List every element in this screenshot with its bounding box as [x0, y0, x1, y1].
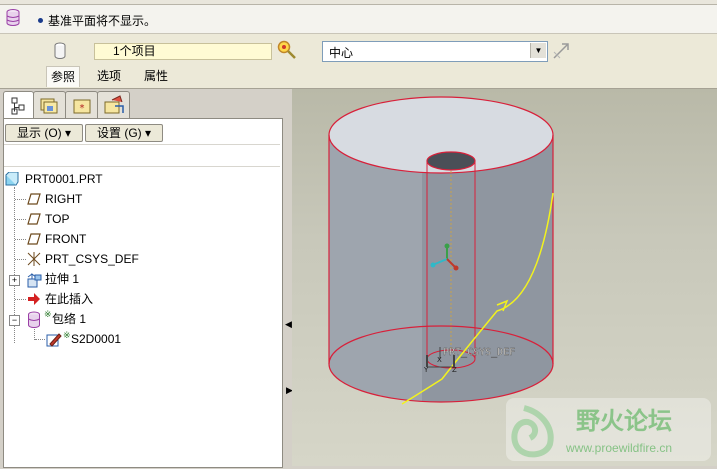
watermark-title: 野火论坛: [576, 407, 672, 435]
connections-icon: [104, 95, 124, 114]
extrude-icon: [27, 272, 43, 291]
tree-item-wrap[interactable]: 包络 1: [52, 311, 86, 327]
reference-collector-value: 1个项目: [113, 44, 156, 58]
tree-item-csys[interactable]: PRT_CSYS_DEF: [45, 251, 139, 267]
datum-plane-icon: [27, 212, 41, 229]
triad-x-tip: [430, 262, 436, 268]
sketch-marker-icon: ※: [63, 330, 71, 340]
status-message: 基准平面将不显示。: [48, 14, 157, 28]
tree-item-insert-here[interactable]: 在此插入: [45, 291, 93, 307]
tree-branch: [15, 259, 26, 260]
csys-label: PRT_CSYS_DEF: [443, 347, 515, 358]
tree-branch: [15, 239, 26, 240]
chevron-down-icon[interactable]: ▼: [530, 43, 546, 58]
csys-icon: [26, 251, 42, 270]
csys-axis-label-z: Z: [452, 366, 457, 374]
tree-item-right[interactable]: RIGHT: [45, 191, 82, 207]
datum-plane-icon: [27, 192, 41, 209]
tab-properties[interactable]: 属性: [140, 66, 172, 86]
tab-options[interactable]: 选项: [93, 66, 125, 86]
search-icon[interactable]: [276, 39, 298, 61]
favorites-folder-icon: *: [73, 99, 91, 114]
expand-toggle[interactable]: +: [9, 275, 20, 286]
model-tree-icon: [11, 97, 25, 115]
tab-connections[interactable]: [97, 91, 130, 119]
tree-item-extrude[interactable]: 拉伸 1: [45, 271, 79, 287]
sketch-ref-icon: [54, 42, 66, 59]
flip-direction-icon[interactable]: [551, 41, 571, 61]
cylinder-highlight: [328, 135, 422, 401]
triad-y-tip: [444, 243, 450, 249]
panel-splitter[interactable]: ◀ ▶: [285, 89, 293, 466]
collapse-toggle[interactable]: −: [9, 315, 20, 326]
settings-dropdown-button[interactable]: 设置 (G) ▾: [85, 124, 163, 142]
forum-watermark: 野火论坛 www.proewildfire.cn: [506, 398, 711, 461]
folder-browser-icon: [40, 98, 58, 114]
tab-favorites[interactable]: *: [65, 91, 98, 119]
part-icon: [5, 171, 19, 186]
hole-top: [426, 151, 476, 171]
tab-model-tree[interactable]: [3, 91, 34, 120]
wrap-icon: [27, 311, 43, 332]
reference-collector[interactable]: 1个项目: [94, 43, 272, 60]
placement-combo-value: 中心: [329, 46, 354, 60]
triad-z-tip: [453, 265, 459, 271]
tree-item-front[interactable]: FRONT: [45, 231, 86, 247]
wrap-marker-icon: ※: [44, 309, 52, 319]
svg-text:*: *: [80, 103, 85, 114]
fire-logo-icon: 野火论坛 www.proewildfire.cn: [506, 398, 711, 461]
wrap-feature-icon: [6, 9, 20, 26]
sketch-icon: [46, 332, 62, 351]
csys-axis-label-y: Y: [423, 366, 429, 374]
tree-branch: [15, 219, 26, 220]
tree-branch: [15, 299, 26, 300]
collapse-left-icon[interactable]: ◀: [285, 319, 292, 330]
tab-references[interactable]: 参照: [46, 66, 81, 87]
placement-combo[interactable]: 中心 ▼: [322, 41, 548, 62]
tree-branch: [35, 339, 45, 340]
tree-item-top[interactable]: TOP: [45, 211, 69, 227]
datum-plane-icon: [27, 232, 41, 249]
tree-branch: [15, 199, 26, 200]
csys-axis-label-x: X: [437, 356, 442, 364]
tree-item-part[interactable]: PRT0001.PRT: [25, 171, 103, 187]
insert-arrow-icon: [27, 292, 41, 309]
watermark-url: www.proewildfire.cn: [565, 441, 672, 455]
tree-filter-bar: [4, 144, 280, 167]
message-bullet: [38, 18, 43, 23]
tree-item-sketch[interactable]: S2D0001: [71, 331, 121, 347]
show-dropdown-button[interactable]: 显示 (O) ▾: [5, 124, 83, 142]
tab-layers[interactable]: [33, 91, 66, 119]
